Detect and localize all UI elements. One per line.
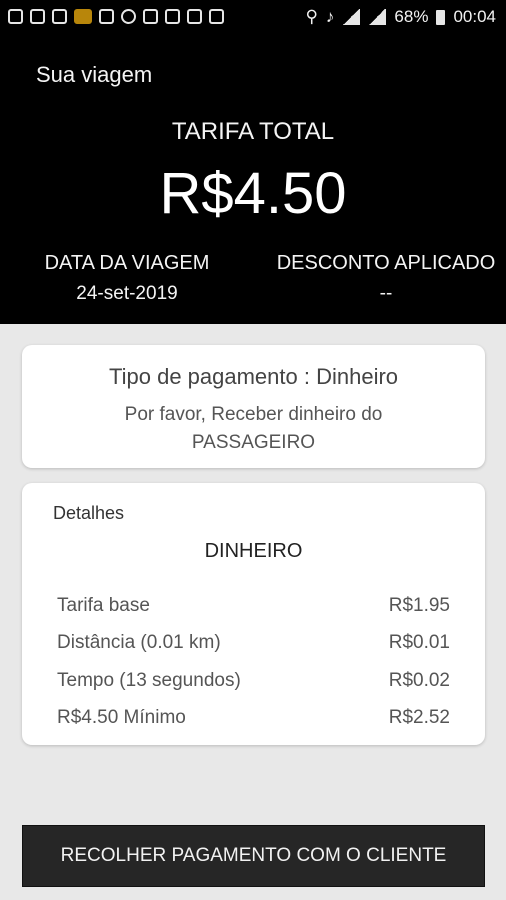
details-card: Detalhes DINHEIRO Tarifa base R$1.95 Dis… [22, 483, 485, 745]
check-icon [99, 9, 114, 24]
facebook-icon [52, 9, 67, 24]
mute-icon: ♪ [325, 7, 335, 26]
payment-card: Tipo de pagamento : Dinheiro Por favor, … [22, 345, 485, 468]
fare-row-label: Distância (0.01 km) [57, 632, 221, 654]
fare-row: R$4.50 Mínimo R$2.52 [57, 700, 450, 738]
trip-summary-header: Sua viagem TARIFA TOTAL R$4.50 DATA DA V… [0, 36, 506, 324]
signal-icon [368, 9, 387, 25]
trip-date-value: 24-set-2019 [76, 283, 178, 304]
status-bar: ⚲ ♪ 68% 00:04 [0, 0, 506, 36]
clock: 00:04 [453, 7, 496, 26]
fare-row-label: R$4.50 Mínimo [57, 707, 186, 729]
fare-row-value: R$0.01 [388, 632, 450, 654]
youtube-icon [209, 9, 224, 24]
battery-icon [436, 9, 446, 25]
fare-breakdown: Tarifa base R$1.95 Distância (0.01 km) R… [57, 587, 450, 737]
facebook-icon [30, 9, 45, 24]
collect-payment-button[interactable]: RECOLHER PAGAMENTO COM O CLIENTE [22, 825, 485, 887]
page-title: Sua viagem [36, 62, 153, 87]
location-icon: ⚲ [305, 7, 318, 26]
payment-type: Tipo de pagamento : Dinheiro [108, 364, 399, 389]
fare-row-label: Tempo (13 segundos) [57, 669, 241, 691]
discount-label: DESCONTO APLICADO [276, 252, 496, 274]
fare-row: Distância (0.01 km) R$0.01 [57, 625, 450, 663]
fare-row-value: R$0.02 [388, 669, 450, 691]
instagram-icon [121, 9, 136, 24]
fare-row: Tempo (13 segundos) R$0.02 [57, 662, 450, 700]
trip-date-label: DATA DA VIAGEM [44, 252, 210, 274]
gallery-icon [165, 9, 180, 24]
total-fare-value: R$4.50 [159, 161, 347, 226]
system-status: ⚲ ♪ 68% 00:04 [305, 7, 496, 27]
fare-row: Tarifa base R$1.95 [57, 587, 450, 625]
fare-row-value: R$2.52 [388, 707, 450, 729]
total-fare-label: TARIFA TOTAL [171, 118, 335, 145]
discount: DESCONTO APLICADO -- [266, 252, 506, 305]
fare-row-value: R$1.95 [388, 594, 450, 616]
taf-app-icon [74, 9, 92, 24]
notification-icons [8, 9, 224, 24]
discount-value: -- [379, 283, 393, 304]
video-icon [143, 9, 158, 24]
wifi-icon [342, 9, 361, 25]
fare-row-label: Tarifa base [57, 594, 150, 616]
payment-method: DINHEIRO [204, 540, 303, 562]
youtube-icon [187, 9, 202, 24]
payment-message: Por favor, Receber dinheiro do PASSAGEIR… [124, 404, 383, 453]
message-icon [8, 9, 23, 24]
trip-date: DATA DA VIAGEM 24-set-2019 [14, 252, 240, 305]
battery-percentage: 68% [394, 7, 429, 26]
details-title: Detalhes [53, 503, 125, 523]
